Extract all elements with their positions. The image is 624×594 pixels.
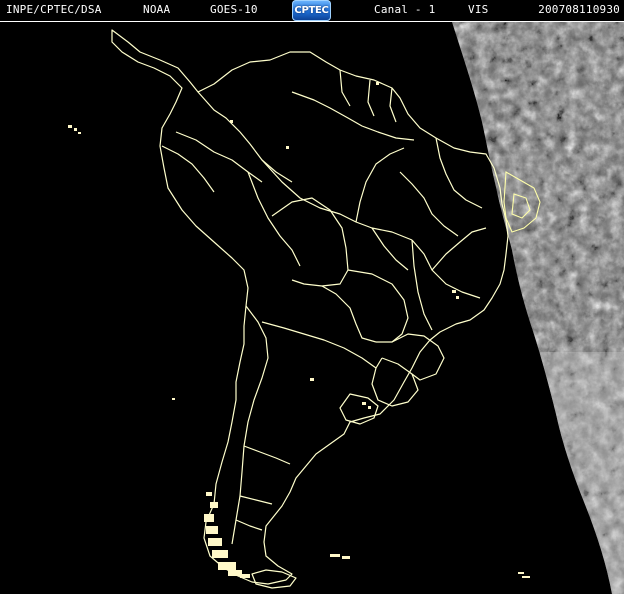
agency-label: INPE/CPTEC/DSA: [6, 3, 102, 16]
border-ecuador-peru: [161, 145, 215, 193]
band-label: VIS: [468, 3, 489, 16]
border-peru-bolivia: [247, 171, 301, 267]
brazil-states-central: [355, 147, 433, 331]
satellite-image-viewer: INPE/CPTEC/DSA NOAA GOES-10 CPTEC Canal …: [0, 0, 624, 594]
bright-patches: [68, 82, 530, 578]
satellite-label: GOES-10: [210, 3, 258, 16]
argentina-patagonia-outline: [235, 445, 291, 531]
continent-borders: [111, 29, 509, 589]
datetime-label: 200708110930: [538, 3, 620, 16]
image-header-bar: INPE/CPTEC/DSA NOAA GOES-10 CPTEC Canal …: [0, 0, 624, 22]
border-colombia-venezuela: [197, 91, 293, 183]
cloud-field: [452, 22, 624, 594]
border-bolivia: [271, 197, 349, 287]
brazil-states-east: [399, 137, 487, 299]
border-bolivia-paraguay: [321, 285, 377, 343]
south-america-coastline: [111, 29, 509, 585]
border-brazil-west: [261, 159, 413, 241]
cptec-logo-text: CPTEC: [294, 5, 329, 16]
noaa-label: NOAA: [143, 3, 171, 16]
border-chile-argentina: [231, 305, 269, 545]
channel-label: Canal - 1: [374, 3, 436, 16]
border-brazil-north: [291, 91, 415, 141]
cptec-logo: CPTEC: [292, 0, 331, 21]
border-argentina-north: [261, 321, 383, 369]
satellite-map: [68, 22, 624, 594]
border-guyanas: [339, 69, 397, 123]
border-paraguay-brazil: [347, 269, 409, 343]
